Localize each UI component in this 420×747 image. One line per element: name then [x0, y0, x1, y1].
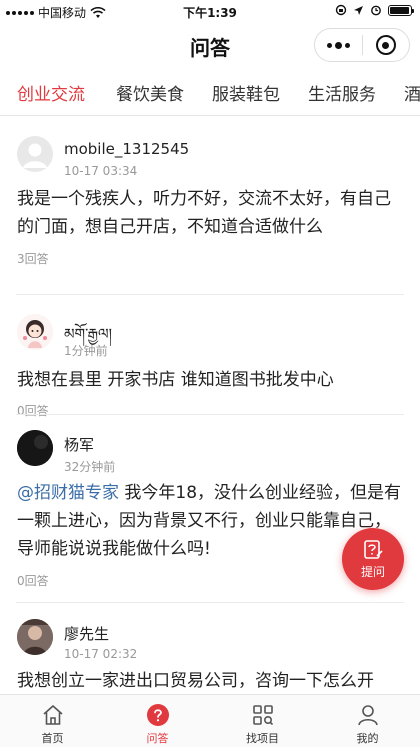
tabbar-item-home[interactable]: 首页 [0, 695, 105, 747]
answer-count: 0回答 [17, 574, 49, 588]
ask-button-label: 提问 [360, 564, 385, 579]
avatar[interactable] [17, 430, 53, 466]
tab-category-1[interactable]: 餐饮美食 [116, 80, 184, 105]
more-menu-button[interactable] [315, 29, 362, 61]
cartoon-girl-avatar-icon [17, 314, 53, 350]
tabbar-item-qa[interactable]: 问答 [105, 695, 210, 747]
question-feed: mobile_1312545 10-17 03:34 我是一个残疾人，听力不好，… [0, 118, 420, 693]
mini-program-capsule [314, 28, 410, 62]
post-text: 我想在县里 开家书店 谁知道图书批发中心 [17, 366, 403, 394]
tabbar-label: 问答 [146, 732, 169, 745]
category-tabs: 创业交流 餐饮美食 服装鞋包 生活服务 酒 [0, 70, 420, 116]
tabbar-label: 我的 [356, 732, 379, 745]
tabbar-label: 找项目 [246, 732, 279, 745]
alarm-icon [371, 5, 381, 16]
post-username: mobile_1312545 [64, 140, 190, 158]
default-user-icon [23, 143, 47, 168]
close-ring-icon [375, 35, 396, 55]
post-time: 32分钟前 [64, 460, 116, 474]
nav-bar: 问答 [0, 22, 420, 68]
question-icon [146, 704, 169, 726]
expert-mention-link[interactable]: @招财猫专家 [17, 483, 119, 503]
post-time: 10-17 03:34 [64, 164, 138, 178]
post-text-content: 我是一个残疾人，听力不好，交流不太好，有自己的门面，想自己开店，不知道合适做什么 [17, 189, 391, 237]
post-divider [16, 294, 404, 295]
tab-category-0[interactable]: 创业交流 [17, 80, 85, 105]
answer-count: 3回答 [17, 252, 49, 266]
post-username: 廖先生 [64, 625, 110, 643]
question-post[interactable]: 廖先生 10-17 02:32 我想创立一家进出口贸易公司，咨询一下怎么开 [0, 604, 420, 693]
post-time: 10-17 02:32 [64, 647, 138, 661]
tab-category-2[interactable]: 服装鞋包 [212, 80, 280, 105]
tab-category-4[interactable]: 酒 [404, 80, 420, 105]
home-icon [42, 705, 63, 725]
post-divider [16, 602, 404, 603]
more-dot-icon [344, 42, 350, 48]
post-time: 1分钟前 [64, 344, 108, 358]
question-post[interactable]: mobile_1312545 10-17 03:34 我是一个残疾人，听力不好，… [0, 118, 420, 296]
more-dot-icon [326, 42, 332, 48]
location-icon [354, 5, 363, 15]
more-dot-icon [334, 41, 342, 49]
tabbar-item-find-project[interactable]: 找项目 [210, 695, 315, 747]
photo-avatar-icon [17, 619, 53, 655]
avatar[interactable] [17, 619, 53, 655]
close-mini-program-button[interactable] [363, 29, 410, 61]
tabbar-label: 首页 [41, 732, 64, 745]
battery-level [390, 6, 409, 14]
ask-question-button[interactable]: 提问 [342, 528, 404, 590]
post-text-content: 我想创立一家进出口贸易公司，咨询一下怎么开 [17, 671, 374, 691]
post-text: 我是一个残疾人，听力不好，交流不太好，有自己的门面，想自己开店，不知道合适做什么 [17, 185, 403, 241]
post-text: 我想创立一家进出口贸易公司，咨询一下怎么开 [17, 667, 420, 693]
avatar[interactable] [17, 136, 53, 172]
edit-question-icon [364, 539, 383, 559]
tabbar-item-mine[interactable]: 我的 [315, 695, 420, 747]
tab-category-3[interactable]: 生活服务 [308, 80, 376, 105]
bottom-tab-bar: 首页 问答 找项目 我的 [0, 694, 420, 747]
battery-icon [388, 4, 414, 16]
status-right [335, 4, 414, 16]
grid-search-icon [252, 705, 273, 726]
dark-photo-avatar-icon [17, 430, 53, 466]
question-post[interactable]: མགོ་རྒྱལ། 1分钟前 我想在县里 开家书店 谁知道图书批发中心 0回答 [0, 296, 420, 418]
avatar[interactable] [17, 314, 53, 350]
post-username: 杨军 [64, 436, 95, 454]
user-icon [357, 705, 378, 726]
status-bar: 中国移动 下午1:39 [0, 0, 420, 22]
post-text-content: 我想在县里 开家书店 谁知道图书批发中心 [17, 370, 334, 390]
rotation-lock-icon [335, 4, 347, 16]
